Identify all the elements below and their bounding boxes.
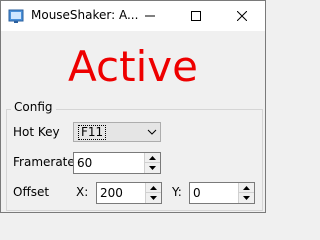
framerate-spinner[interactable]: 60: [73, 152, 161, 174]
offset-y-up-button[interactable]: [239, 183, 254, 193]
app-window: MouseShaker: A... Active Config Hot Key …: [0, 0, 266, 213]
status-label: Active: [68, 42, 198, 91]
offset-y-spinner[interactable]: 0: [189, 182, 255, 204]
framerate-up-button[interactable]: [145, 153, 160, 163]
offset-label: Offset: [13, 185, 50, 199]
offset-x-value: 200: [100, 186, 123, 200]
triangle-down-icon: [149, 166, 156, 170]
triangle-up-icon: [150, 185, 157, 190]
app-icon: [8, 9, 24, 23]
offset-y-down-button[interactable]: [239, 193, 254, 203]
triangle-up-icon: [243, 185, 250, 190]
offset-y-label: Y:: [172, 185, 182, 199]
close-button[interactable]: [219, 1, 265, 31]
offset-x-down-button[interactable]: [146, 193, 161, 203]
maximize-button[interactable]: [173, 1, 219, 31]
maximize-icon: [191, 11, 201, 21]
triangle-down-icon: [150, 196, 157, 200]
offset-x-spinner[interactable]: 200: [96, 182, 162, 204]
chevron-down-icon: [147, 129, 157, 135]
hotkey-label: Hot Key: [13, 125, 60, 139]
minimize-icon: [145, 15, 155, 17]
title-bar[interactable]: MouseShaker: A...: [1, 1, 265, 31]
hotkey-dropdown[interactable]: F11: [73, 122, 161, 142]
window-title: MouseShaker: A...: [31, 8, 139, 22]
offset-x-up-button[interactable]: [146, 183, 161, 193]
minimize-button[interactable]: [127, 1, 173, 31]
hotkey-value: F11: [78, 125, 107, 140]
triangle-up-icon: [149, 155, 156, 160]
close-icon: [237, 11, 247, 21]
offset-y-value: 0: [193, 186, 201, 200]
framerate-label: Framerate: [13, 155, 75, 169]
config-group-label: Config: [11, 100, 56, 114]
framerate-down-button[interactable]: [145, 163, 160, 173]
offset-x-label: X:: [76, 185, 89, 199]
triangle-down-icon: [243, 196, 250, 200]
framerate-value: 60: [77, 156, 93, 170]
